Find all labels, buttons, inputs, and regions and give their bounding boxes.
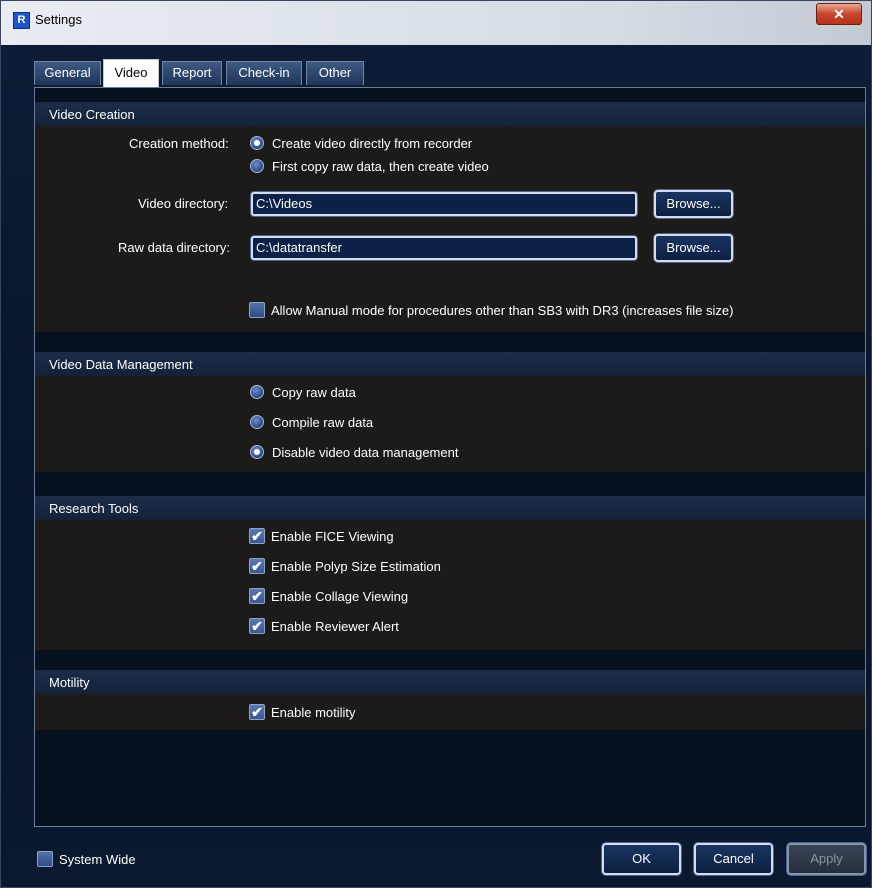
browse-video-directory-button[interactable]: Browse... bbox=[654, 190, 733, 218]
settings-window: R Settings ✕ General Video Report Check-… bbox=[0, 0, 872, 888]
collage-viewing-checkbox[interactable]: ✔ bbox=[249, 588, 265, 604]
video-directory-label: Video directory: bbox=[138, 196, 229, 211]
disable-video-data-management-radio[interactable] bbox=[250, 445, 264, 459]
reviewer-alert-label[interactable]: Enable Reviewer Alert bbox=[271, 619, 399, 634]
section-title: Video Creation bbox=[49, 107, 135, 122]
tab-general[interactable]: General bbox=[34, 61, 101, 85]
app-icon: R bbox=[13, 12, 30, 29]
ok-button[interactable]: OK bbox=[602, 843, 681, 875]
fice-viewing-checkbox[interactable]: ✔ bbox=[249, 528, 265, 544]
create-directly-radio[interactable] bbox=[250, 136, 264, 150]
tab-video[interactable]: Video bbox=[103, 59, 159, 87]
manual-mode-label[interactable]: Allow Manual mode for procedures other t… bbox=[271, 303, 733, 318]
browse-raw-data-directory-button[interactable]: Browse... bbox=[654, 234, 733, 262]
window-title: Settings bbox=[35, 12, 82, 27]
compile-raw-data-radio[interactable] bbox=[250, 415, 264, 429]
close-button[interactable]: ✕ bbox=[816, 3, 862, 25]
section-body: ✔ Enable motility bbox=[35, 694, 865, 730]
section-header: Research Tools bbox=[35, 496, 865, 520]
section-header: Video Creation bbox=[35, 102, 865, 126]
section-title: Video Data Management bbox=[49, 357, 193, 372]
title-bar: R Settings ✕ bbox=[1, 1, 871, 45]
copy-raw-data-radio[interactable] bbox=[250, 385, 264, 399]
polyp-size-estimation-checkbox[interactable]: ✔ bbox=[249, 558, 265, 574]
tab-report[interactable]: Report bbox=[162, 61, 222, 85]
section-header: Video Data Management bbox=[35, 352, 865, 376]
section-body: Copy raw data Compile raw data Disable v… bbox=[35, 376, 865, 472]
copy-raw-data-label[interactable]: Copy raw data bbox=[272, 385, 356, 400]
section-body: Creation method: Create video directly f… bbox=[35, 126, 865, 332]
raw-data-directory-field[interactable]: C:\datatransfer bbox=[251, 236, 637, 260]
motility-checkbox[interactable]: ✔ bbox=[249, 704, 265, 720]
section-title: Research Tools bbox=[49, 501, 139, 516]
tab-other[interactable]: Other bbox=[306, 61, 364, 85]
manual-mode-checkbox[interactable] bbox=[249, 302, 265, 318]
motility-label[interactable]: Enable motility bbox=[271, 705, 356, 720]
tab-check-in[interactable]: Check-in bbox=[226, 61, 302, 85]
disable-video-data-management-label[interactable]: Disable video data management bbox=[272, 445, 458, 460]
collage-viewing-label[interactable]: Enable Collage Viewing bbox=[271, 589, 408, 604]
create-directly-label[interactable]: Create video directly from recorder bbox=[272, 136, 472, 151]
video-directory-field[interactable]: C:\Videos bbox=[251, 192, 637, 216]
section-header: Motility bbox=[35, 670, 865, 694]
system-wide-checkbox[interactable] bbox=[37, 851, 53, 867]
raw-data-directory-label: Raw data directory: bbox=[118, 240, 230, 255]
cancel-button[interactable]: Cancel bbox=[694, 843, 773, 875]
creation-method-label: Creation method: bbox=[129, 136, 229, 151]
section-body: ✔ Enable FICE Viewing ✔ Enable Polyp Siz… bbox=[35, 520, 865, 650]
section-title: Motility bbox=[49, 675, 90, 690]
compile-raw-data-label[interactable]: Compile raw data bbox=[272, 415, 373, 430]
apply-button: Apply bbox=[787, 843, 866, 875]
fice-viewing-label[interactable]: Enable FICE Viewing bbox=[271, 529, 394, 544]
reviewer-alert-checkbox[interactable]: ✔ bbox=[249, 618, 265, 634]
copy-then-create-radio[interactable] bbox=[250, 159, 264, 173]
system-wide-label[interactable]: System Wide bbox=[59, 852, 136, 867]
polyp-size-estimation-label[interactable]: Enable Polyp Size Estimation bbox=[271, 559, 441, 574]
video-settings-panel: Video Creation Creation method: Create v… bbox=[34, 87, 866, 827]
copy-then-create-label[interactable]: First copy raw data, then create video bbox=[272, 159, 489, 174]
